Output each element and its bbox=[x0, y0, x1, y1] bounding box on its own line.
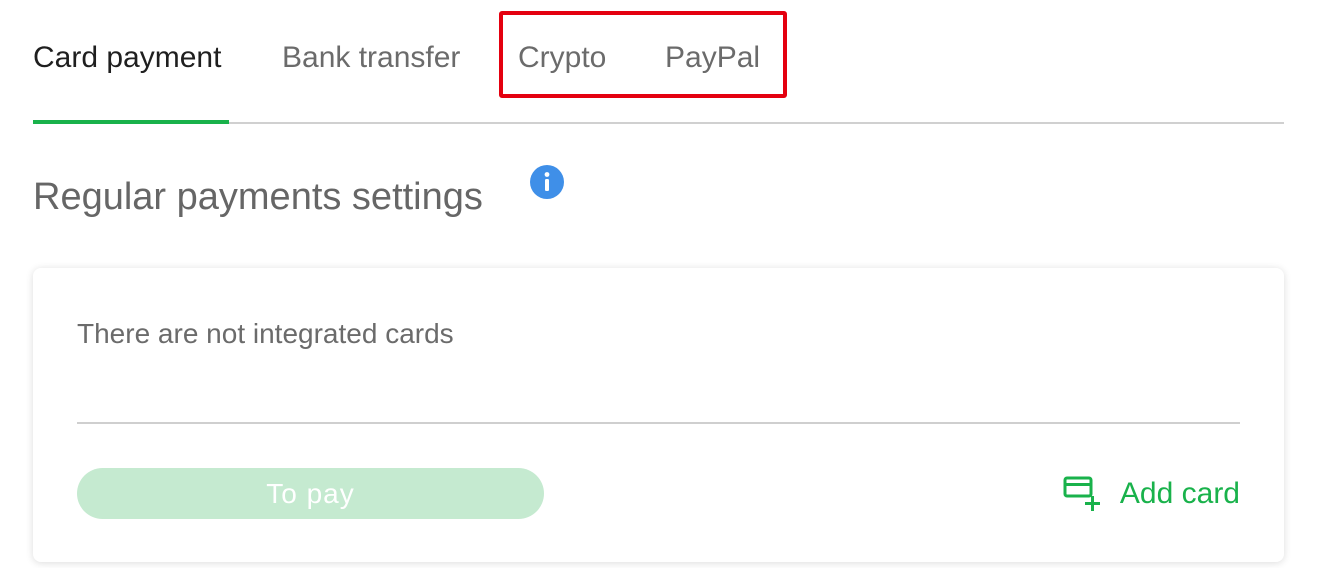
section-title: Regular payments settings bbox=[33, 176, 483, 218]
to-pay-button[interactable]: To pay bbox=[77, 468, 544, 519]
tab-bank-transfer[interactable]: Bank transfer bbox=[282, 38, 460, 78]
panel-divider bbox=[77, 422, 1240, 424]
active-tab-indicator bbox=[33, 120, 229, 124]
payment-settings-page: Card payment Bank transfer Crypto PayPal… bbox=[0, 0, 1324, 568]
cards-panel: There are not integrated cards To pay Ad… bbox=[33, 268, 1284, 562]
payment-method-tabs: Card payment Bank transfer Crypto PayPal bbox=[33, 0, 1284, 125]
info-icon[interactable] bbox=[530, 165, 564, 199]
tab-crypto[interactable]: Crypto bbox=[518, 38, 606, 78]
add-card-label: Add card bbox=[1119, 476, 1240, 510]
tab-paypal[interactable]: PayPal bbox=[665, 38, 760, 78]
card-plus-icon bbox=[1062, 474, 1106, 514]
tab-card-payment[interactable]: Card payment bbox=[33, 38, 221, 78]
empty-cards-message: There are not integrated cards bbox=[77, 318, 454, 349]
add-card-button[interactable]: Add card bbox=[1062, 468, 1240, 519]
